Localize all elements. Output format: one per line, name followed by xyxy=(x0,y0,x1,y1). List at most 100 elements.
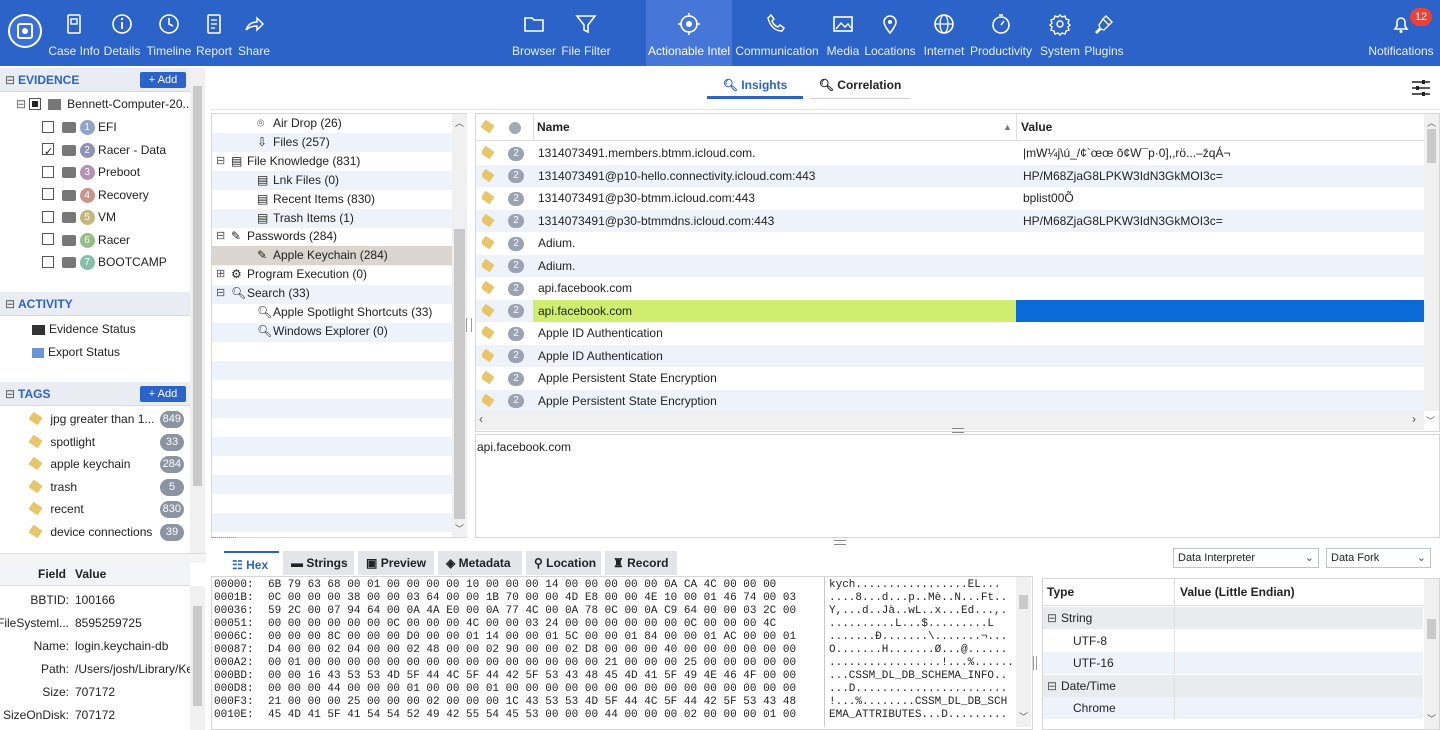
tag-icon[interactable] xyxy=(482,390,502,413)
scroll-left-icon[interactable]: ‹ xyxy=(479,412,483,426)
scroll-down-icon[interactable]: ﹀ xyxy=(1426,414,1435,427)
property-row[interactable]: Name: login.keychain-db xyxy=(0,635,190,657)
tree-item[interactable]: ⊟ ✎ Passwords (284) xyxy=(212,227,452,246)
hex-scrollbar[interactable]: ﹀ xyxy=(1016,577,1031,727)
bottom-splitter[interactable] xyxy=(834,540,846,545)
left-panel-scrollbar[interactable] xyxy=(190,68,205,553)
tag-icon[interactable] xyxy=(482,210,502,233)
evidence-item[interactable]: 4 Recovery xyxy=(42,184,188,206)
collapse-icon[interactable]: ⊟ xyxy=(216,227,225,246)
evidence-checkbox[interactable]: ✓ xyxy=(42,143,54,158)
tag-item[interactable]: jpg greater than 1... 849 xyxy=(28,408,188,430)
tree-item[interactable]: ⇩ Files (257) xyxy=(212,133,452,152)
tag-item[interactable]: recent 830 xyxy=(28,498,188,520)
property-row[interactable]: SizeOnDisk: 707172 xyxy=(0,704,190,726)
export-status-item[interactable]: Export Status xyxy=(32,341,120,363)
tab-location[interactable]: ⚲ Location xyxy=(526,551,601,575)
grid-horizontal-scrollbar[interactable]: ‹ › xyxy=(476,411,1424,430)
type-column-header[interactable]: Type xyxy=(1047,579,1074,606)
tree-item[interactable]: ⊟ 🔍︎ Search (33) xyxy=(212,284,452,303)
report-button[interactable]: Report xyxy=(196,0,232,66)
evidence-checkbox[interactable] xyxy=(42,165,54,178)
table-row[interactable]: 2 Apple ID Authentication xyxy=(476,344,1424,368)
tab-insights[interactable]: 🔍︎ Insights xyxy=(707,74,803,99)
tree-item[interactable]: ✎ Apple Keychain (284) xyxy=(212,246,452,266)
add-evidence-button[interactable]: + Add xyxy=(140,72,186,88)
data-fork-dropdown[interactable]: Data Fork ⌄ xyxy=(1326,548,1431,568)
tree-item[interactable]: 🔍︎ Windows Explorer (0) xyxy=(212,322,452,341)
evidence-item[interactable]: 7 BOOTCAMP xyxy=(42,251,188,273)
plugins-button[interactable]: Plugins xyxy=(1082,0,1126,66)
tag-item[interactable]: device connections 39 xyxy=(28,521,188,543)
evidence-checkbox[interactable] xyxy=(42,255,54,268)
table-row[interactable]: 2 1314073491@p30-btmm.icloud.com:443 bpl… xyxy=(476,187,1424,210)
table-row[interactable]: 2 Apple Persistent State Encryption xyxy=(476,367,1424,390)
splitter[interactable] xyxy=(0,553,206,563)
add-tag-button[interactable]: + Add xyxy=(140,386,186,402)
tab-strings[interactable]: ▬ Strings xyxy=(283,551,354,575)
evidence-checkbox[interactable] xyxy=(42,233,54,246)
tag-icon[interactable] xyxy=(482,187,502,210)
app-logo-icon[interactable] xyxy=(8,14,42,48)
tag-icon[interactable] xyxy=(482,255,502,278)
grid-preview-splitter[interactable] xyxy=(952,428,964,433)
share-button[interactable]: Share xyxy=(238,0,270,66)
tag-icon[interactable] xyxy=(482,232,502,255)
tag-icon[interactable] xyxy=(482,165,502,188)
collapse-icon[interactable]: ⊟ xyxy=(1047,675,1057,697)
name-column-header[interactable]: Name xyxy=(537,114,570,141)
value-le-column-header[interactable]: Value (Little Endian) xyxy=(1180,579,1295,606)
tag-column-icon[interactable] xyxy=(480,114,495,141)
sort-ascending-icon[interactable]: ▲ xyxy=(1003,114,1012,141)
tree-item[interactable]: ⊟ ▤ File Knowledge (831) xyxy=(212,152,452,171)
interpreter-row[interactable]: UTF-16 xyxy=(1043,652,1423,674)
tag-icon[interactable] xyxy=(482,367,502,390)
locations-button[interactable]: Locations xyxy=(864,0,916,66)
activity-collapse-icon[interactable]: ⊟ xyxy=(5,292,15,316)
properties-scrollbar[interactable] xyxy=(190,586,205,730)
collapse-icon[interactable]: ⊟ xyxy=(216,152,225,171)
evidence-item[interactable]: 5 VM xyxy=(42,206,188,228)
table-row[interactable]: 2 Apple Persistent State Encryption xyxy=(476,389,1424,413)
tree-item[interactable]: 🔍︎ Apple Spotlight Shortcuts (33) xyxy=(212,303,452,322)
evidence-checkbox[interactable] xyxy=(42,120,54,133)
tab-correlation[interactable]: 🔍︎ Correlation xyxy=(810,74,910,99)
tag-icon[interactable] xyxy=(482,345,502,368)
table-row[interactable]: 2 api.facebook.com xyxy=(476,277,1424,300)
tab-record[interactable]: ♜ Record xyxy=(605,551,677,575)
property-row[interactable]: Path: /Users/josh/Library/Key xyxy=(0,658,190,680)
details-button[interactable]: Details xyxy=(102,0,142,66)
interpreter-group[interactable]: ⊟ String xyxy=(1043,607,1423,629)
grid-vertical-scrollbar[interactable]: ︿ xyxy=(1424,114,1439,411)
interpreter-row[interactable]: Chrome xyxy=(1043,697,1423,719)
evidence-column-icon[interactable] xyxy=(509,122,521,134)
tree-item[interactable]: ⊞ ⚙︎ Program Execution (0) xyxy=(212,265,452,284)
property-row[interactable]: BBTID: 100166 xyxy=(0,589,190,611)
evidence-checkbox[interactable] xyxy=(42,210,54,223)
evidence-item[interactable]: 1 EFI xyxy=(42,116,188,138)
case-info-button[interactable]: Case Info xyxy=(48,0,100,66)
tree-hscroll-handle[interactable] xyxy=(212,537,236,545)
tag-icon[interactable] xyxy=(482,300,502,323)
tree-item[interactable]: ⌾ Air Drop (26) xyxy=(212,114,452,133)
system-button[interactable]: System xyxy=(1038,0,1082,66)
table-row[interactable]: 2 1314073491@p30-btmmdns.icloud.com:443 … xyxy=(476,209,1424,233)
file-filter-button[interactable]: File Filter xyxy=(560,0,612,66)
tree-item[interactable]: ▤ Recent Items (830) xyxy=(212,190,452,209)
internet-button[interactable]: Internet xyxy=(918,0,970,66)
interpreter-scrollbar[interactable]: ﹀ xyxy=(1424,579,1439,729)
media-button[interactable]: Media xyxy=(823,0,863,66)
tag-icon[interactable] xyxy=(482,322,502,345)
column-settings-icon[interactable] xyxy=(1410,78,1432,98)
table-row[interactable]: 2 Apple ID Authentication xyxy=(476,322,1424,345)
tags-collapse-icon[interactable]: ⊟ xyxy=(5,382,15,406)
collapse-icon[interactable]: ⊟ xyxy=(216,284,225,303)
property-row[interactable]: Size: 707172 xyxy=(0,681,190,703)
tab-metadata[interactable]: ◈ Metadata xyxy=(438,551,522,575)
evidence-item[interactable]: ✓ 2 Racer - Data xyxy=(42,139,188,161)
tag-icon[interactable] xyxy=(482,142,502,165)
evidence-root-item[interactable]: ⊟ Bennett-Computer-20... xyxy=(16,93,193,115)
tab-preview[interactable]: ▣ Preview xyxy=(358,551,434,575)
communication-button[interactable]: Communication xyxy=(732,0,822,66)
tag-item[interactable]: apple keychain 284 xyxy=(28,453,188,475)
